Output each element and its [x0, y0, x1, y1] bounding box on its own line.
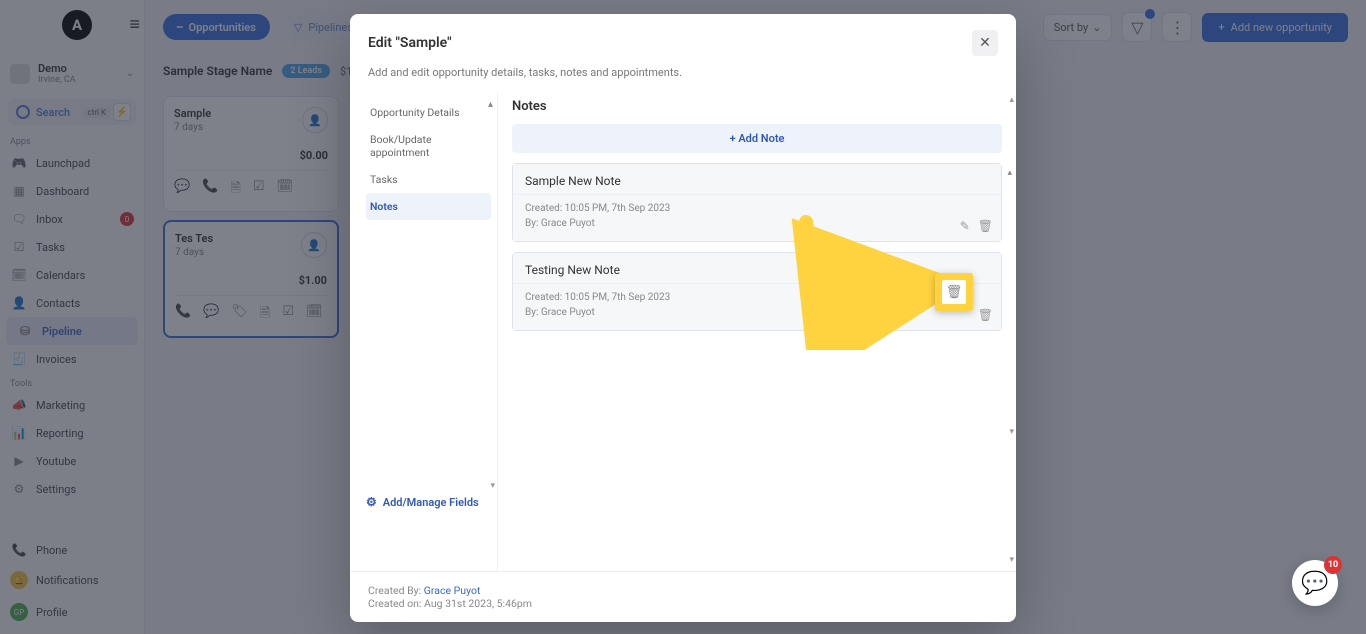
- note-author: By: Grace Puyot: [525, 305, 989, 320]
- note-card: ▴ Sample New Note Created: 10:05 PM, 7th…: [512, 163, 1002, 242]
- edit-note-icon[interactable]: ✎: [960, 217, 970, 235]
- note-author: By: Grace Puyot: [525, 216, 989, 231]
- note-created: Created: 10:05 PM, 7th Sep 2023: [525, 290, 989, 305]
- close-icon: ✕: [979, 35, 991, 51]
- scroll-down-icon[interactable]: ▾: [1009, 555, 1014, 565]
- modal-subtitle: Add and edit opportunity details, tasks,…: [350, 60, 1016, 93]
- note-card: Testing New Note Created: 10:05 PM, 7th …: [512, 252, 1002, 331]
- collapse-icon[interactable]: ▴: [488, 99, 493, 110]
- modal-title: Edit "Sample": [368, 35, 972, 51]
- delete-highlight: 🗑: [935, 273, 973, 311]
- delete-note-icon[interactable]: 🗑: [942, 280, 966, 304]
- modal-footer: Created By: Grace Puyot Created on: Aug …: [350, 571, 1016, 622]
- edit-opportunity-modal: Edit "Sample" ✕ Add and edit opportunity…: [350, 14, 1016, 622]
- note-title: Sample New Note: [513, 164, 1001, 194]
- scroll-up-icon[interactable]: ▴: [1009, 95, 1014, 105]
- tab-appointment[interactable]: Book/Update appointment: [366, 126, 491, 166]
- add-manage-fields-link[interactable]: ⚙ Add/Manage Fields: [366, 495, 479, 509]
- tab-opportunity-details[interactable]: Opportunity Details: [366, 99, 491, 126]
- chat-fab[interactable]: 💬 10: [1292, 560, 1338, 606]
- tab-notes[interactable]: Notes: [366, 193, 491, 220]
- delete-note-icon[interactable]: 🗑: [978, 217, 993, 235]
- note-created: Created: 10:05 PM, 7th Sep 2023: [525, 201, 989, 216]
- gear-icon: ⚙: [366, 495, 377, 509]
- chat-icon: 💬: [1301, 571, 1328, 596]
- add-note-button[interactable]: + Add Note: [512, 124, 1002, 153]
- close-button[interactable]: ✕: [972, 30, 998, 56]
- chat-badge: 10: [1324, 556, 1342, 574]
- modal-left-panel: ▴ Opportunity Details Book/Update appoin…: [350, 93, 498, 571]
- tab-tasks[interactable]: Tasks: [366, 166, 491, 193]
- created-by-link[interactable]: Grace Puyot: [424, 584, 481, 597]
- scroll-down-icon[interactable]: ▾: [1009, 427, 1014, 437]
- note-title: Testing New Note: [513, 253, 1001, 283]
- delete-note-icon[interactable]: 🗑: [978, 306, 993, 324]
- modal-right-panel: ▴ Notes + Add Note ▴ Sample New Note Cre…: [498, 93, 1016, 571]
- add-fields-label: Add/Manage Fields: [383, 496, 479, 509]
- notes-heading: Notes: [512, 99, 1002, 114]
- created-on: Created on: Aug 31st 2023, 5:46pm: [368, 597, 998, 610]
- scroll-down-icon[interactable]: ▾: [490, 481, 495, 491]
- created-by-label: Created By:: [368, 584, 424, 597]
- scroll-up-icon[interactable]: ▴: [1007, 168, 1012, 178]
